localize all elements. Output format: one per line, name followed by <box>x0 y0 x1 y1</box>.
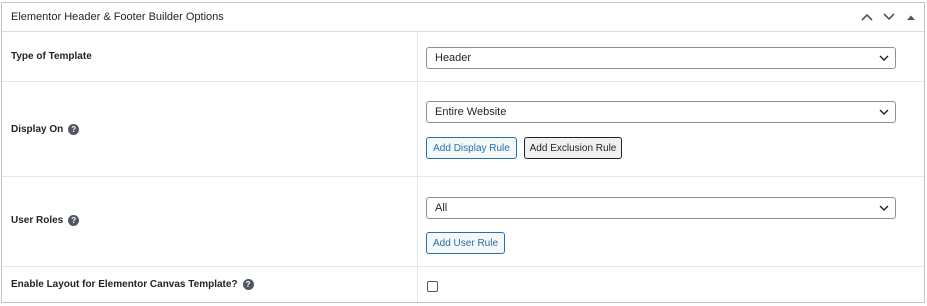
row-canvas-template: Enable Layout for Elementor Canvas Templ… <box>2 267 924 302</box>
add-display-rule-button[interactable]: Add Display Rule <box>426 137 517 159</box>
toggle-panel-button[interactable] <box>902 8 920 26</box>
type-of-template-value: Header <box>435 52 472 64</box>
add-user-rule-button[interactable]: Add User Rule <box>426 232 505 254</box>
chevron-down-icon <box>879 109 889 115</box>
chevron-down-icon <box>879 55 889 61</box>
canvas-template-label: Enable Layout for Elementor Canvas Templ… <box>11 279 254 290</box>
metabox-header: Elementor Header & Footer Builder Option… <box>2 3 924 32</box>
row-type-of-template: Type of Template Header <box>2 32 924 82</box>
metabox: Elementor Header & Footer Builder Option… <box>1 2 925 303</box>
move-up-button[interactable] <box>858 8 876 26</box>
add-exclusion-rule-button[interactable]: Add Exclusion Rule <box>524 137 622 159</box>
display-on-value: Entire Website <box>435 106 507 118</box>
metabox-title: Elementor Header & Footer Builder Option… <box>11 11 224 23</box>
help-icon[interactable]: ? <box>68 124 80 135</box>
display-on-select[interactable]: Entire Website <box>426 101 896 123</box>
metabox-controls <box>858 8 920 26</box>
user-roles-select[interactable]: All <box>426 197 896 219</box>
chevron-down-icon <box>879 205 889 211</box>
type-of-template-label: Type of Template <box>11 51 92 62</box>
triangle-up-icon <box>907 15 915 20</box>
row-user-roles: User Roles ? All Add User Rule <box>2 177 924 267</box>
type-of-template-select[interactable]: Header <box>426 47 896 69</box>
chevron-up-icon <box>861 13 873 21</box>
user-roles-value: All <box>435 202 448 214</box>
chevron-down-icon <box>883 13 895 21</box>
help-icon[interactable]: ? <box>242 279 254 290</box>
move-down-button[interactable] <box>880 8 898 26</box>
row-display-on: Display On ? Entire Website Add Display … <box>2 82 924 177</box>
user-roles-label: User Roles ? <box>11 215 80 226</box>
canvas-template-checkbox[interactable] <box>427 281 438 292</box>
help-icon[interactable]: ? <box>68 215 80 226</box>
display-on-label: Display On ? <box>11 124 80 135</box>
